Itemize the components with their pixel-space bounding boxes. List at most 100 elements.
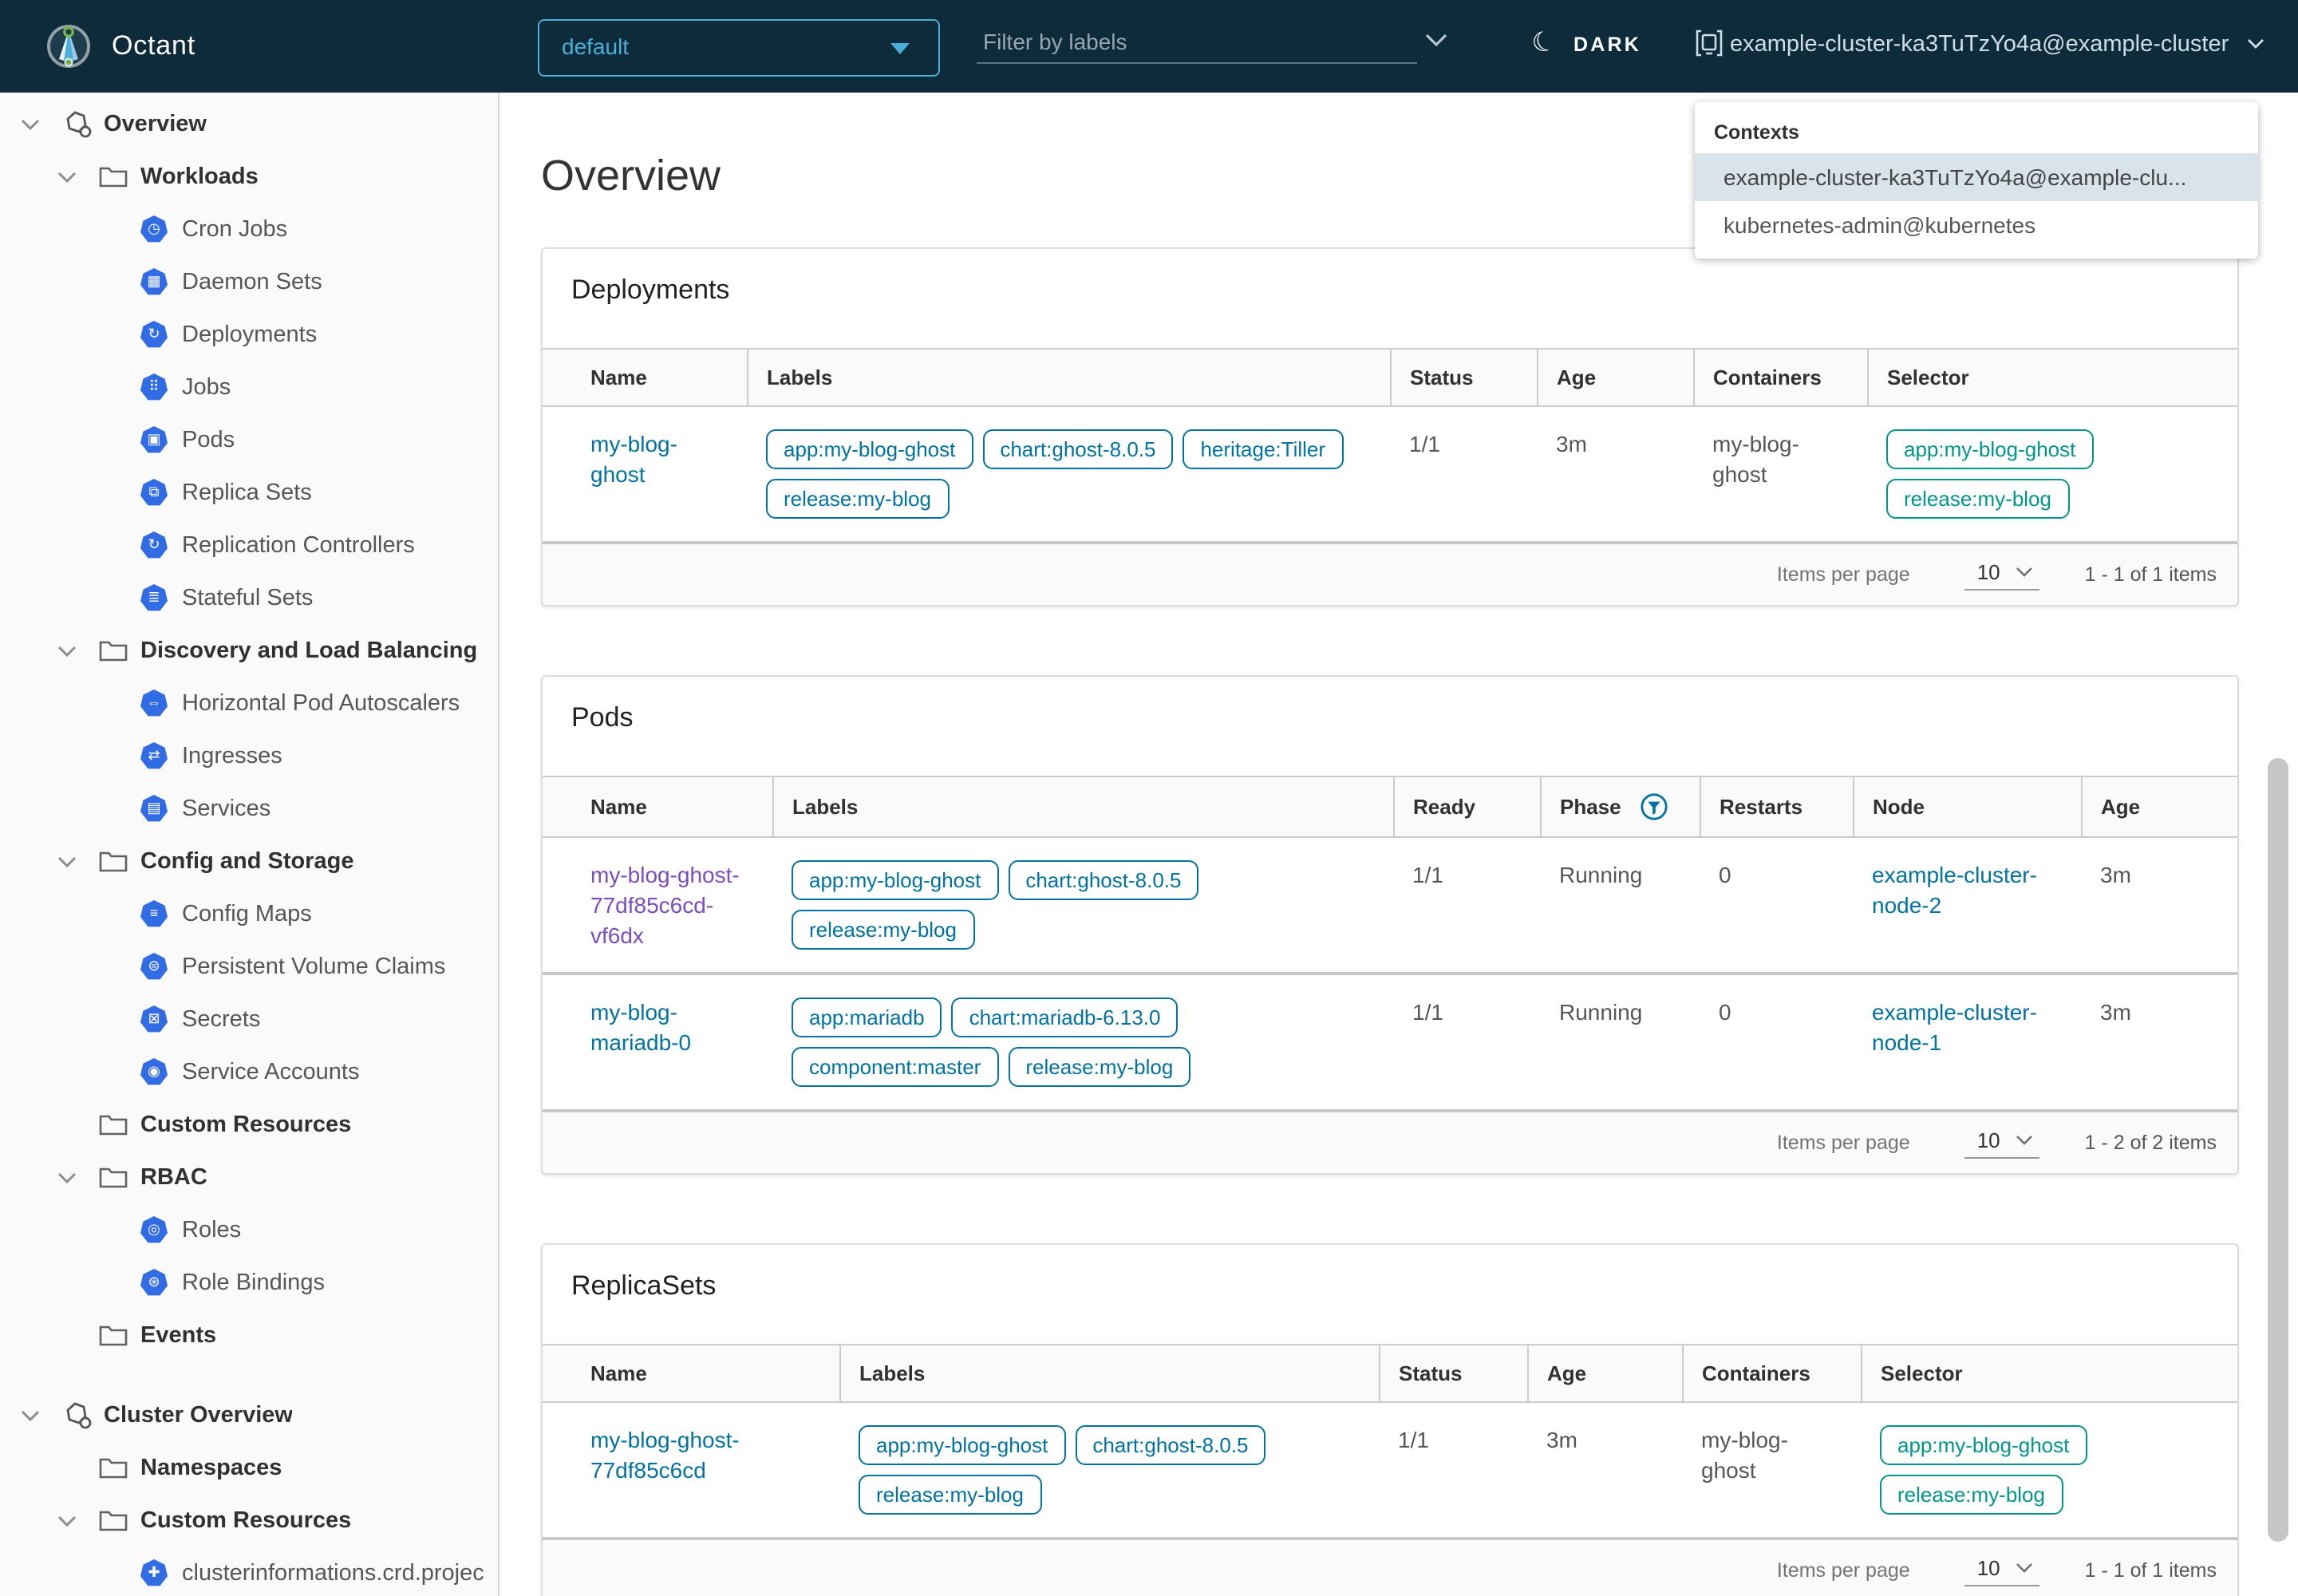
pod-link[interactable]: my-blog-ghost-77df85c6cd-vf6dx <box>590 862 740 948</box>
label-tag: release:my-blog <box>792 910 974 950</box>
label-tag: chart:mariadb-6.13.0 <box>952 998 1179 1037</box>
sidebar-item-persistent-volume-claims[interactable]: ⊜Persistent Volume Claims <box>0 940 498 993</box>
sidebar-item-cluster-overview[interactable]: Cluster Overview <box>0 1389 498 1441</box>
sidebar-item-discovery-and-load-balancing[interactable]: Discovery and Load Balancing <box>0 624 498 677</box>
column-header-status: Status <box>1379 1345 1527 1402</box>
pagination-range: 1 - 2 of 2 items <box>2085 1132 2217 1154</box>
page-size-select[interactable]: 10 <box>1964 1128 2040 1158</box>
secrets-icon: ⊠ <box>140 1005 168 1033</box>
chevron-down-icon <box>2016 1134 2034 1145</box>
filter-icon[interactable] <box>1641 793 1668 820</box>
chevron-down-icon[interactable] <box>21 117 40 130</box>
sidebar-item-deployments[interactable]: ↻Deployments <box>0 308 498 361</box>
context-switcher[interactable]: example-cluster-ka3TuTzYo4a@example-clus… <box>1685 22 2276 70</box>
node-link[interactable]: example-cluster-node-1 <box>1872 999 2037 1055</box>
sidebar-item-services[interactable]: ▤Services <box>0 782 498 835</box>
containers-cell: my-blog-ghost <box>1693 406 1867 543</box>
column-header-age: Age <box>1537 349 1693 406</box>
chevron-down-icon[interactable] <box>57 855 77 867</box>
replicaset-link[interactable]: my-blog-ghost-77df85c6cd <box>590 1427 740 1483</box>
pagination-bar: Items per page 10 1 - 2 of 2 items <box>543 1112 2237 1173</box>
chevron-down-icon[interactable] <box>21 1408 40 1421</box>
sidebar-item-jobs[interactable]: ⠿Jobs <box>0 361 498 413</box>
sidebar-item-role-bindings[interactable]: ⊛Role Bindings <box>0 1256 498 1309</box>
sidebar-item-daemon-sets[interactable]: ▦Daemon Sets <box>0 255 498 308</box>
jobs-icon: ⠿ <box>140 373 168 401</box>
crd-icon: ✚ <box>140 1559 168 1586</box>
label-tag: app:my-blog-ghost <box>792 860 998 900</box>
moon-icon: ☾ <box>1528 24 1561 61</box>
sidebar-item-overview[interactable]: Overview <box>0 97 498 150</box>
main-content: Overview Deployments Name Labels Status … <box>501 93 2298 1596</box>
role-bindings-icon: ⊛ <box>140 1269 168 1296</box>
replicasets-card-title: ReplicaSets <box>543 1270 2237 1302</box>
sidebar-item-replica-sets[interactable]: ⧉Replica Sets <box>0 466 498 519</box>
chevron-down-icon[interactable] <box>57 644 77 657</box>
ready-cell: 1/1 <box>1393 974 1540 1111</box>
sidebar-item-secrets[interactable]: ⊠Secrets <box>0 993 498 1045</box>
deployment-link[interactable]: my-blog-ghost <box>590 431 677 487</box>
context-menu-item[interactable]: kubernetes-admin@kubernetes <box>1695 201 2258 249</box>
column-header-containers: Containers <box>1682 1345 1861 1402</box>
column-header-age: Age <box>1527 1345 1682 1402</box>
dark-theme-toggle[interactable]: ☾ DARK <box>1532 26 1708 67</box>
items-per-page-label: Items per page <box>1777 1559 1910 1582</box>
sidebar-item-cron-jobs[interactable]: ◷Cron Jobs <box>0 203 498 255</box>
sidebar-item-events[interactable]: Events <box>0 1309 498 1361</box>
column-header-age: Age <box>2081 776 2237 837</box>
folder-icon <box>99 1165 128 1189</box>
table-row: my-blog-ghost app:my-blog-ghostchart:gho… <box>543 406 2237 543</box>
cron-jobs-icon: ◷ <box>140 215 168 243</box>
context-label: example-cluster-ka3TuTzYo4a@example-clus… <box>1730 32 2229 57</box>
pods-card: Pods Name Labels Ready Phase Restarts No… <box>541 675 2239 1175</box>
roles-icon: ◎ <box>140 1216 168 1243</box>
column-header-name: Name <box>543 776 772 837</box>
pagination-bar: Items per page 10 1 - 1 of 1 items <box>543 544 2237 605</box>
page-size-select[interactable]: 10 <box>1964 1555 2040 1586</box>
table-row: my-blog-mariadb-0 app:mariadbchart:maria… <box>543 974 2237 1111</box>
sidebar-item-roles[interactable]: ◎Roles <box>0 1203 498 1256</box>
node-link[interactable]: example-cluster-node-2 <box>1872 862 2037 918</box>
namespace-select[interactable]: default <box>538 19 940 77</box>
status-cell: 1/1 <box>1379 1402 1527 1539</box>
sidebar-item-workloads[interactable]: Workloads <box>0 150 498 203</box>
sidebar-item-custom-resources[interactable]: Custom Resources <box>0 1098 498 1151</box>
label-tag: chart:ghost-8.0.5 <box>1075 1425 1265 1465</box>
page-size-select[interactable]: 10 <box>1964 559 2040 590</box>
column-header-name: Name <box>543 349 747 406</box>
chevron-down-icon[interactable] <box>57 1171 77 1183</box>
selector-tag: release:my-blog <box>1886 479 2069 519</box>
pods-card-title: Pods <box>543 702 2237 734</box>
sidebar-item-namespaces[interactable]: Namespaces <box>0 1441 498 1494</box>
column-header-node: Node <box>1853 776 2081 837</box>
context-menu-item-selected[interactable]: example-cluster-ka3TuTzYo4a@example-clu.… <box>1695 153 2258 201</box>
top-bar: Octant default ☾ DARK example-cluster-ka… <box>0 0 2298 93</box>
service-accounts-icon: ◉ <box>140 1058 168 1085</box>
pod-link[interactable]: my-blog-mariadb-0 <box>590 999 691 1055</box>
sidebar-item-service-accounts[interactable]: ◉Service Accounts <box>0 1045 498 1098</box>
label-filter-input[interactable] <box>977 19 1417 64</box>
sidebar-item-horizontal-pod-autoscalers[interactable]: ⇔Horizontal Pod Autoscalers <box>0 677 498 729</box>
sidebar-item-replication-controllers[interactable]: ↻Replication Controllers <box>0 519 498 571</box>
contexts-dropdown-title: Contexts <box>1695 118 2258 153</box>
sidebar-item-ingresses[interactable]: ⇄Ingresses <box>0 729 498 782</box>
sidebar-item-cluster-custom-resources[interactable]: Custom Resources <box>0 1494 498 1547</box>
sidebar-item-pods[interactable]: ▣Pods <box>0 413 498 466</box>
pagination-range: 1 - 1 of 1 items <box>2085 563 2217 586</box>
chevron-down-icon[interactable] <box>57 1514 77 1527</box>
sidebar-item-stateful-sets[interactable]: ≣Stateful Sets <box>0 571 498 624</box>
services-icon: ▤ <box>140 795 168 822</box>
phase-cell: Running <box>1540 974 1700 1111</box>
chevron-down-icon[interactable] <box>57 170 77 183</box>
label-tag: release:my-blog <box>859 1475 1041 1515</box>
column-header-labels: Labels <box>839 1345 1379 1402</box>
folder-icon <box>99 849 128 873</box>
sidebar-item-config-and-storage[interactable]: Config and Storage <box>0 835 498 887</box>
label-tag: component:master <box>792 1047 998 1087</box>
namespace-select-value: default <box>562 34 629 59</box>
sidebar-item-clusterinformations-crd[interactable]: ✚clusterinformations.crd.projec <box>0 1547 498 1596</box>
sidebar-item-config-maps[interactable]: ≡Config Maps <box>0 887 498 940</box>
page-scrollbar[interactable] <box>2268 758 2288 1542</box>
hpa-icon: ⇔ <box>140 689 168 717</box>
sidebar-item-rbac[interactable]: RBAC <box>0 1151 498 1203</box>
